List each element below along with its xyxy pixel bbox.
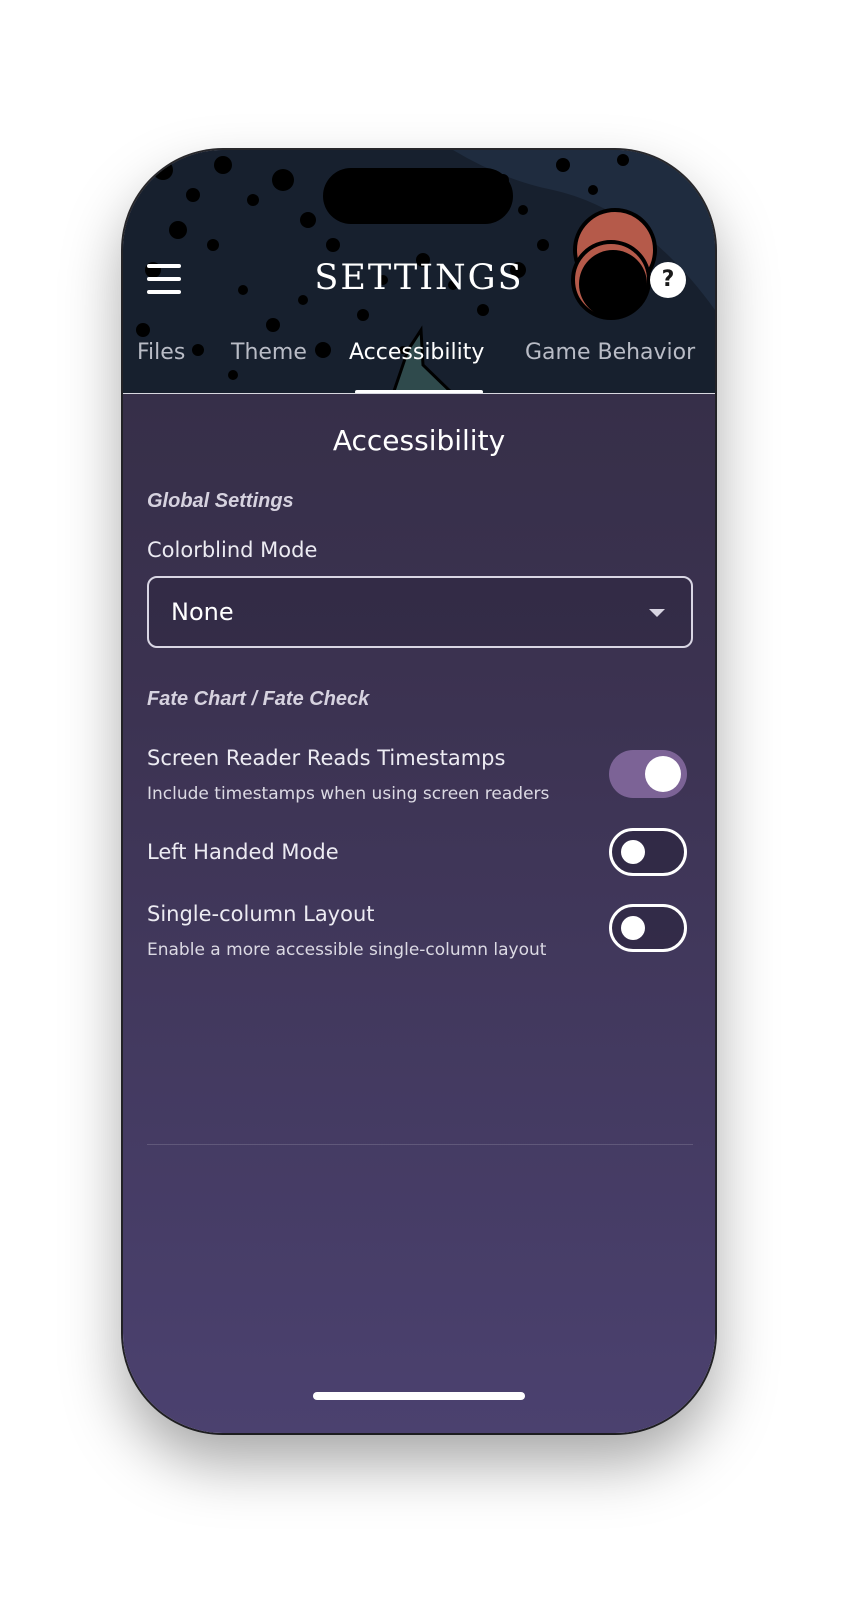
toggle-knob bbox=[621, 840, 645, 864]
colorblind-mode-value: None bbox=[171, 598, 234, 626]
screen-reader-timestamps-label: Screen Reader Reads Timestamps bbox=[147, 746, 506, 770]
tab-game-behavior[interactable]: Game Behavior bbox=[525, 340, 695, 365]
camera-island bbox=[323, 168, 513, 224]
section-divider bbox=[147, 1144, 693, 1145]
screen-reader-timestamps-description: Include timestamps when using screen rea… bbox=[147, 784, 550, 804]
tab-accessibility[interactable]: Accessibility bbox=[349, 340, 484, 365]
single-column-layout-toggle[interactable] bbox=[609, 904, 687, 952]
screen-reader-timestamps-toggle[interactable] bbox=[609, 750, 687, 798]
section-title: Accessibility bbox=[332, 424, 506, 457]
colorblind-mode-label: Colorblind Mode bbox=[147, 538, 318, 562]
left-handed-mode-toggle[interactable] bbox=[609, 828, 687, 876]
tab-files[interactable]: Files bbox=[137, 340, 185, 365]
dropdown-arrow-icon bbox=[649, 609, 665, 617]
toggle-knob bbox=[645, 756, 681, 792]
single-column-layout-description: Enable a more accessible single-column l… bbox=[147, 940, 547, 960]
fate-chart-heading: Fate Chart / Fate Check bbox=[147, 688, 370, 710]
settings-tabs: Files Theme Accessibility Game Behavior bbox=[123, 340, 715, 394]
home-indicator[interactable] bbox=[313, 1392, 525, 1400]
question-mark-icon[interactable]: ? bbox=[650, 262, 686, 298]
colorblind-mode-select[interactable]: None bbox=[147, 576, 693, 648]
phone-frame: SETTINGS ? Files Theme Accessibility Gam… bbox=[123, 150, 715, 1433]
global-settings-heading: Global Settings bbox=[147, 490, 294, 512]
toggle-knob bbox=[621, 916, 645, 940]
header-divider bbox=[123, 393, 715, 394]
app-header: SETTINGS ? Files Theme Accessibility Gam… bbox=[123, 150, 715, 394]
page-title: SETTINGS bbox=[314, 258, 524, 298]
tab-theme[interactable]: Theme bbox=[231, 340, 307, 365]
single-column-layout-label: Single-column Layout bbox=[147, 902, 375, 926]
left-handed-mode-label: Left Handed Mode bbox=[147, 840, 339, 864]
